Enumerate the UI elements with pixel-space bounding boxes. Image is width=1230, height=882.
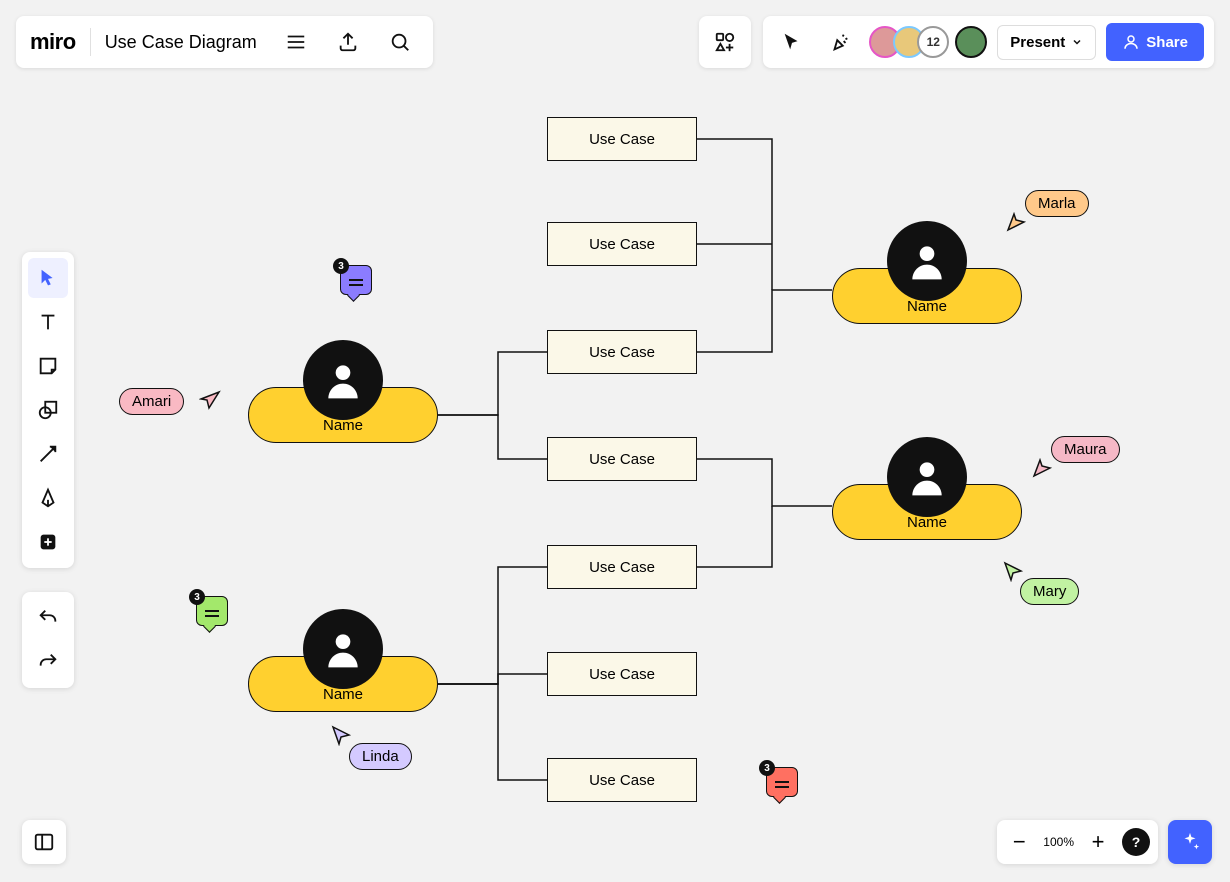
more-tools[interactable] — [28, 522, 68, 562]
search-button[interactable] — [381, 23, 419, 61]
board-title[interactable]: Use Case Diagram — [105, 32, 263, 53]
cursor-pointer-icon — [1005, 212, 1027, 234]
collaborator-cursor: Marla — [1025, 190, 1089, 217]
frames-panel-button[interactable] — [22, 820, 66, 864]
history-toolbar — [22, 592, 74, 688]
usecase-box[interactable]: Use Case — [547, 222, 697, 266]
usecase-label: Use Case — [589, 131, 655, 148]
menu-button[interactable] — [277, 23, 315, 61]
apps-button[interactable] — [699, 16, 751, 68]
collaborator-avatars[interactable]: 12 — [869, 26, 987, 58]
usecase-label: Use Case — [589, 344, 655, 361]
person-add-icon — [1122, 33, 1140, 51]
redo-button[interactable] — [28, 642, 68, 682]
usecase-label: Use Case — [589, 772, 655, 789]
divider — [90, 28, 91, 56]
reactions-icon[interactable] — [821, 23, 859, 61]
usecase-box[interactable]: Use Case — [547, 117, 697, 161]
select-tool[interactable] — [28, 258, 68, 298]
collaboration-panel: 12 Present Share — [763, 16, 1214, 68]
undo-button[interactable] — [28, 598, 68, 638]
comment-lines-icon — [349, 279, 363, 281]
cursor-pointer-icon — [330, 724, 352, 746]
person-icon — [303, 340, 383, 420]
person-icon — [887, 221, 967, 301]
comment-bubble[interactable]: 3 — [196, 596, 228, 626]
cursor-tool-icon[interactable] — [773, 23, 811, 61]
usecase-label: Use Case — [589, 451, 655, 468]
zoom-panel: − 100% + ? — [997, 820, 1158, 864]
bottom-right-controls: − 100% + ? — [997, 820, 1212, 864]
header: miro Use Case Diagram — [16, 16, 1214, 68]
help-button[interactable]: ? — [1122, 828, 1150, 856]
usecase-label: Use Case — [589, 559, 655, 576]
actor-node[interactable]: Name — [248, 387, 438, 443]
usecase-label: Use Case — [589, 666, 655, 683]
comment-bubble[interactable]: 3 — [766, 767, 798, 797]
avatar[interactable] — [955, 26, 987, 58]
usecase-box[interactable]: Use Case — [547, 758, 697, 802]
person-icon — [887, 437, 967, 517]
cursor-pointer-icon — [199, 388, 221, 410]
collaborator-cursor: Linda — [349, 743, 412, 770]
actor-node[interactable]: Name — [832, 484, 1022, 540]
avatar-overflow-count[interactable]: 12 — [917, 26, 949, 58]
present-button[interactable]: Present — [997, 25, 1096, 60]
actor-node[interactable]: Name — [248, 656, 438, 712]
ai-assist-button[interactable] — [1168, 820, 1212, 864]
shape-tool[interactable] — [28, 390, 68, 430]
collaborator-cursor: Amari — [119, 388, 184, 415]
board-header-panel: miro Use Case Diagram — [16, 16, 433, 68]
person-icon — [303, 609, 383, 689]
main-toolbar — [22, 252, 74, 568]
collaborator-cursor: Maura — [1051, 436, 1120, 463]
usecase-box[interactable]: Use Case — [547, 437, 697, 481]
text-tool[interactable] — [28, 302, 68, 342]
pen-tool[interactable] — [28, 478, 68, 518]
cursor-pointer-icon — [1031, 458, 1053, 480]
cursor-pointer-icon — [1002, 560, 1024, 582]
usecase-box[interactable]: Use Case — [547, 545, 697, 589]
connection-tool[interactable] — [28, 434, 68, 474]
share-button[interactable]: Share — [1106, 23, 1204, 61]
usecase-box[interactable]: Use Case — [547, 652, 697, 696]
miro-logo[interactable]: miro — [30, 29, 76, 55]
collaborator-cursor: Mary — [1020, 578, 1079, 605]
zoom-level[interactable]: 100% — [1043, 835, 1074, 849]
zoom-in-button[interactable]: + — [1084, 828, 1112, 856]
comment-lines-icon — [775, 781, 789, 783]
usecase-box[interactable]: Use Case — [547, 330, 697, 374]
comment-count-badge: 3 — [189, 589, 205, 605]
usecase-label: Use Case — [589, 236, 655, 253]
zoom-out-button[interactable]: − — [1005, 828, 1033, 856]
sticky-note-tool[interactable] — [28, 346, 68, 386]
canvas[interactable]: Use Case Use Case Use Case Use Case Use … — [0, 0, 1230, 882]
comment-bubble[interactable]: 3 — [340, 265, 372, 295]
comment-count-badge: 3 — [759, 760, 775, 776]
export-button[interactable] — [329, 23, 367, 61]
actor-node[interactable]: Name — [832, 268, 1022, 324]
chevron-down-icon — [1071, 36, 1083, 48]
comment-lines-icon — [205, 610, 219, 612]
comment-count-badge: 3 — [333, 258, 349, 274]
